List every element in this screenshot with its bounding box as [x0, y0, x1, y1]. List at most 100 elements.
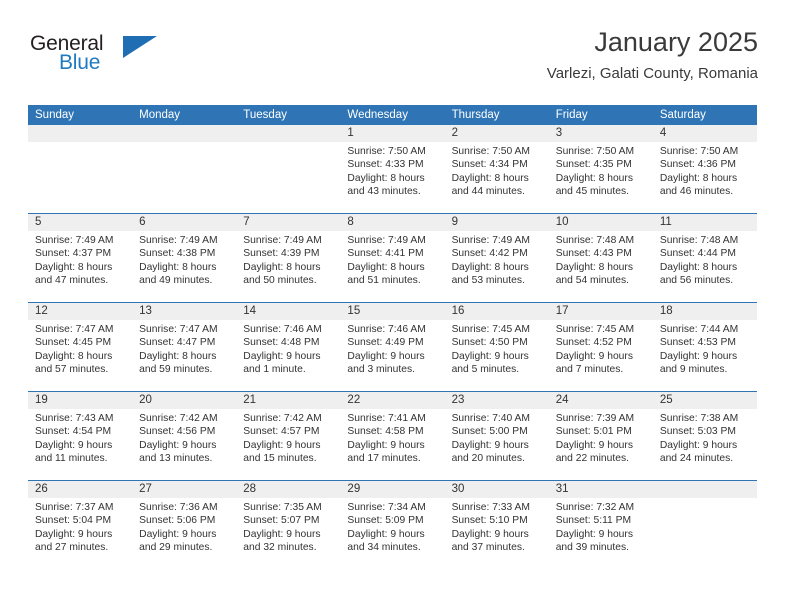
calendar-day-cell-empty	[236, 125, 341, 213]
day-details: Sunrise: 7:41 AM Sunset: 4:58 PM Daylight:…	[340, 409, 444, 466]
day-number: 23	[444, 392, 549, 409]
day-detail-sunset: Sunset: 4:38 PM	[139, 248, 216, 260]
weekday-header-friday: Friday	[555, 109, 588, 121]
calendar-day-cell[interactable]: 13 Sunrise: 7:47 AM Sunset: 4:47 PM Dayligh…	[132, 303, 237, 391]
calendar-day-cell[interactable]: 11 Sunrise: 7:48 AM Sunset: 4:44 PM Dayligh…	[652, 214, 757, 302]
day-details: Sunrise: 7:50 AM Sunset: 4:35 PM Daylight:…	[549, 142, 653, 199]
calendar-day-cell-empty	[28, 125, 133, 213]
day-detail-daylight2: and 13 minutes.	[139, 453, 213, 465]
day-detail-sunset: Sunset: 4:57 PM	[243, 426, 320, 438]
day-number: 31	[548, 481, 653, 498]
day-number: 26	[28, 481, 133, 498]
day-number: 19	[28, 392, 133, 409]
calendar-day-cell[interactable]: 19 Sunrise: 7:43 AM Sunset: 4:54 PM Dayligh…	[28, 392, 133, 480]
day-details: Sunrise: 7:38 AM Sunset: 5:03 PM Daylight:…	[653, 409, 757, 466]
day-detail-daylight1: Daylight: 9 hours	[139, 528, 217, 540]
day-number: 18	[652, 303, 757, 320]
day-detail-sunset: Sunset: 4:56 PM	[139, 426, 216, 438]
calendar-day-cell[interactable]: 12 Sunrise: 7:47 AM Sunset: 4:45 PM Dayligh…	[28, 303, 133, 391]
calendar-day-cell[interactable]: 6 Sunrise: 7:49 AM Sunset: 4:38 PM Daylight…	[132, 214, 237, 302]
day-detail-daylight2: and 59 minutes.	[139, 364, 213, 376]
calendar-week-row: 19 Sunrise: 7:43 AM Sunset: 4:54 PM Dayligh…	[28, 391, 757, 480]
calendar-day-cell[interactable]: 26 Sunrise: 7:37 AM Sunset: 5:04 PM Dayligh…	[28, 481, 133, 569]
calendar-day-cell[interactable]: 31 Sunrise: 7:32 AM Sunset: 5:11 PM Dayligh…	[548, 481, 653, 569]
day-detail-daylight1: Daylight: 9 hours	[35, 528, 113, 540]
calendar-day-cell[interactable]: 27 Sunrise: 7:36 AM Sunset: 5:06 PM Dayligh…	[132, 481, 237, 569]
weekday-header-sunday: Sunday	[35, 109, 75, 121]
calendar-day-cell[interactable]: 7 Sunrise: 7:49 AM Sunset: 4:39 PM Daylight…	[236, 214, 341, 302]
calendar-day-cell[interactable]: 18 Sunrise: 7:44 AM Sunset: 4:53 PM Dayligh…	[652, 303, 757, 391]
calendar-day-cell[interactable]: 23 Sunrise: 7:40 AM Sunset: 5:00 PM Dayligh…	[444, 392, 549, 480]
calendar-day-cell[interactable]: 3 Sunrise: 7:50 AM Sunset: 4:35 PM Daylight…	[548, 125, 653, 213]
day-number: 3	[548, 125, 653, 142]
calendar-day-cell[interactable]: 29 Sunrise: 7:34 AM Sunset: 5:09 PM Dayligh…	[340, 481, 445, 569]
calendar-day-cell[interactable]: 14 Sunrise: 7:46 AM Sunset: 4:48 PM Dayligh…	[236, 303, 341, 391]
day-detail-daylight1: Daylight: 9 hours	[347, 439, 425, 451]
day-details: Sunrise: 7:47 AM Sunset: 4:45 PM Daylight:…	[28, 320, 132, 377]
day-detail-sunset: Sunset: 4:50 PM	[451, 337, 528, 349]
day-detail-daylight1: Daylight: 9 hours	[243, 439, 321, 451]
calendar-day-cell[interactable]: 30 Sunrise: 7:33 AM Sunset: 5:10 PM Dayligh…	[444, 481, 549, 569]
day-detail-daylight2: and 29 minutes.	[139, 542, 213, 554]
day-number: 27	[132, 481, 237, 498]
calendar-day-cell[interactable]: 2 Sunrise: 7:50 AM Sunset: 4:34 PM Daylight…	[444, 125, 549, 213]
day-detail-daylight2: and 3 minutes.	[347, 364, 415, 376]
day-detail-sunrise: Sunrise: 7:46 AM	[243, 324, 322, 335]
day-detail-daylight2: and 50 minutes.	[243, 275, 317, 287]
calendar-day-cell[interactable]: 16 Sunrise: 7:45 AM Sunset: 4:50 PM Dayligh…	[444, 303, 549, 391]
calendar-day-cell[interactable]: 21 Sunrise: 7:42 AM Sunset: 4:57 PM Dayligh…	[236, 392, 341, 480]
day-number: 10	[548, 214, 653, 231]
calendar-day-cell[interactable]: 25 Sunrise: 7:38 AM Sunset: 5:03 PM Dayligh…	[652, 392, 757, 480]
day-detail-daylight1: Daylight: 9 hours	[243, 350, 321, 362]
day-detail-sunset: Sunset: 5:00 PM	[451, 426, 528, 438]
day-number: 11	[652, 214, 757, 231]
day-detail-daylight1: Daylight: 8 hours	[555, 172, 633, 184]
day-detail-daylight1: Daylight: 9 hours	[451, 528, 529, 540]
calendar-day-cell[interactable]: 22 Sunrise: 7:41 AM Sunset: 4:58 PM Dayligh…	[340, 392, 445, 480]
day-detail-sunrise: Sunrise: 7:49 AM	[139, 235, 218, 246]
day-number: 21	[236, 392, 341, 409]
calendar-day-cell[interactable]: 15 Sunrise: 7:46 AM Sunset: 4:49 PM Dayligh…	[340, 303, 445, 391]
day-detail-daylight2: and 22 minutes.	[555, 453, 629, 465]
day-details: Sunrise: 7:36 AM Sunset: 5:06 PM Daylight:…	[132, 498, 236, 555]
calendar-day-cell[interactable]: 28 Sunrise: 7:35 AM Sunset: 5:07 PM Dayligh…	[236, 481, 341, 569]
day-detail-sunrise: Sunrise: 7:37 AM	[35, 502, 114, 513]
calendar-day-cell[interactable]: 24 Sunrise: 7:39 AM Sunset: 5:01 PM Dayligh…	[548, 392, 653, 480]
day-detail-sunset: Sunset: 4:39 PM	[243, 248, 320, 260]
calendar-day-cell[interactable]: 17 Sunrise: 7:45 AM Sunset: 4:52 PM Dayligh…	[548, 303, 653, 391]
day-detail-sunset: Sunset: 5:07 PM	[243, 515, 320, 527]
day-details: Sunrise: 7:50 AM Sunset: 4:36 PM Daylight:…	[653, 142, 757, 199]
logo-text-blue: Blue	[59, 51, 101, 74]
day-number	[28, 125, 133, 142]
day-detail-sunset: Sunset: 4:33 PM	[347, 159, 424, 171]
day-detail-sunset: Sunset: 4:47 PM	[139, 337, 216, 349]
calendar-day-cell[interactable]: 9 Sunrise: 7:49 AM Sunset: 4:42 PM Daylight…	[444, 214, 549, 302]
day-details: Sunrise: 7:46 AM Sunset: 4:49 PM Daylight:…	[340, 320, 444, 377]
location-subtitle: Varlezi, Galati County, Romania	[546, 65, 758, 82]
day-detail-sunset: Sunset: 5:09 PM	[347, 515, 424, 527]
day-number: 17	[548, 303, 653, 320]
day-detail-sunrise: Sunrise: 7:50 AM	[347, 146, 426, 157]
calendar-day-cell[interactable]: 1 Sunrise: 7:50 AM Sunset: 4:33 PM Daylight…	[340, 125, 445, 213]
calendar-day-cell[interactable]: 5 Sunrise: 7:49 AM Sunset: 4:37 PM Daylight…	[28, 214, 133, 302]
calendar-day-cell[interactable]: 20 Sunrise: 7:42 AM Sunset: 4:56 PM Dayligh…	[132, 392, 237, 480]
calendar-day-cell[interactable]: 10 Sunrise: 7:48 AM Sunset: 4:43 PM Dayligh…	[548, 214, 653, 302]
day-detail-daylight1: Daylight: 8 hours	[451, 261, 529, 273]
day-details: Sunrise: 7:44 AM Sunset: 4:53 PM Daylight:…	[653, 320, 757, 377]
calendar-day-cell[interactable]: 8 Sunrise: 7:49 AM Sunset: 4:41 PM Daylight…	[340, 214, 445, 302]
day-details: Sunrise: 7:37 AM Sunset: 5:04 PM Daylight:…	[28, 498, 132, 555]
day-detail-daylight1: Daylight: 9 hours	[555, 528, 633, 540]
day-detail-daylight2: and 43 minutes.	[347, 186, 421, 198]
day-detail-daylight2: and 57 minutes.	[35, 364, 109, 376]
weekday-header-thursday: Thursday	[451, 109, 500, 121]
day-detail-daylight1: Daylight: 9 hours	[451, 439, 529, 451]
day-detail-sunset: Sunset: 5:04 PM	[35, 515, 112, 527]
day-detail-sunset: Sunset: 4:53 PM	[659, 337, 736, 349]
day-detail-daylight2: and 45 minutes.	[555, 186, 629, 198]
day-detail-daylight2: and 47 minutes.	[35, 275, 109, 287]
day-detail-daylight2: and 24 minutes.	[659, 453, 734, 465]
calendar-day-cell[interactable]: 4 Sunrise: 7:50 AM Sunset: 4:36 PM Daylight…	[652, 125, 757, 213]
day-detail-daylight1: Daylight: 8 hours	[35, 261, 113, 273]
day-detail-daylight1: Daylight: 8 hours	[243, 261, 321, 273]
day-detail-sunrise: Sunrise: 7:48 AM	[555, 235, 635, 246]
